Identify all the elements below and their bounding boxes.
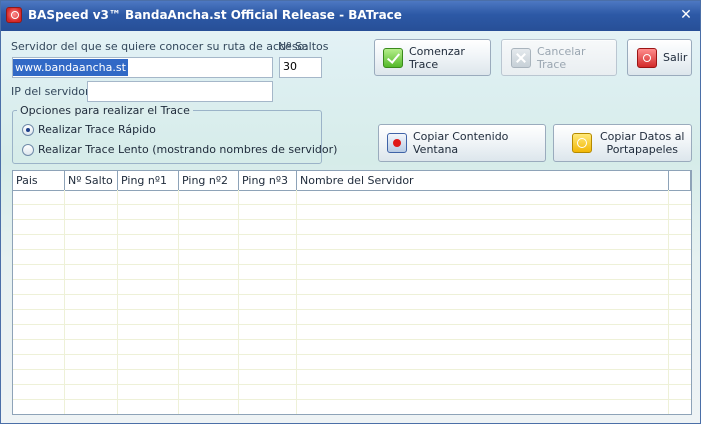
start-trace-label: Comenzar Trace bbox=[409, 44, 465, 71]
exit-button[interactable]: Salir bbox=[627, 39, 692, 76]
grid-column-line bbox=[64, 190, 65, 414]
empty-grid-row bbox=[13, 295, 691, 310]
column-header-hop[interactable]: Nº Salto bbox=[65, 171, 118, 190]
radio-fast-trace[interactable]: Realizar Trace Rápido bbox=[22, 123, 156, 136]
grid-column-line bbox=[178, 190, 179, 414]
grid-column-line bbox=[668, 190, 669, 414]
empty-grid-row bbox=[13, 235, 691, 250]
exit-icon bbox=[637, 47, 657, 68]
window-title: BASpeed v3™ BandaAncha.st Official Relea… bbox=[28, 8, 402, 22]
radio-slow-trace[interactable]: Realizar Trace Lento (mostrando nombres … bbox=[22, 143, 337, 156]
table-header: Pais Nº Salto Ping nº1 Ping nº2 Ping nº3… bbox=[13, 171, 691, 191]
cancel-icon bbox=[511, 47, 531, 68]
server-input[interactable]: www.bandaancha.st bbox=[12, 57, 273, 78]
radio-selected-icon bbox=[22, 123, 34, 136]
grid-column-line bbox=[296, 190, 297, 414]
empty-grid-row bbox=[13, 250, 691, 265]
column-header-ping2[interactable]: Ping nº2 bbox=[179, 171, 239, 190]
radio-unselected-icon bbox=[22, 143, 34, 156]
column-header-ping3[interactable]: Ping nº3 bbox=[239, 171, 297, 190]
clipboard-icon bbox=[572, 133, 592, 153]
radio-slow-label: Realizar Trace Lento (mostrando nombres … bbox=[38, 143, 338, 156]
trace-results-table[interactable]: Pais Nº Salto Ping nº1 Ping nº2 Ping nº3… bbox=[12, 170, 692, 415]
radio-fast-label: Realizar Trace Rápido bbox=[38, 123, 156, 136]
empty-grid-row bbox=[13, 370, 691, 385]
column-header-country[interactable]: Pais bbox=[13, 171, 65, 190]
empty-grid-row bbox=[13, 340, 691, 355]
empty-grid-row bbox=[13, 355, 691, 370]
check-icon bbox=[383, 47, 403, 68]
empty-grid-row bbox=[13, 310, 691, 325]
grid-column-line bbox=[238, 190, 239, 414]
exit-label: Salir bbox=[663, 51, 688, 64]
cancel-trace-label: Cancelar Trace bbox=[537, 44, 586, 71]
ip-label: IP del servidor bbox=[11, 85, 90, 98]
copy-window-label: Copiar Contenido Ventana bbox=[413, 130, 509, 156]
server-input-value: www.bandaancha.st bbox=[13, 59, 128, 76]
column-header-ping1[interactable]: Ping nº1 bbox=[118, 171, 179, 190]
empty-grid-row bbox=[13, 190, 691, 205]
empty-grid-row bbox=[13, 280, 691, 295]
server-label: Servidor del que se quiere conocer su ru… bbox=[11, 40, 308, 53]
empty-grid-row bbox=[13, 400, 691, 414]
hops-input[interactable]: 30 bbox=[279, 57, 322, 78]
grid-column-line bbox=[117, 190, 118, 414]
record-icon bbox=[387, 133, 407, 153]
start-trace-button[interactable]: Comenzar Trace bbox=[374, 39, 491, 76]
empty-grid-row bbox=[13, 265, 691, 280]
copy-clipboard-button[interactable]: Copiar Datos al Portapapeles bbox=[553, 124, 692, 162]
copy-clipboard-text: Copiar Datos al Portapapeles bbox=[600, 130, 685, 156]
copy-clipboard-label-2: Portapapeles bbox=[606, 143, 679, 156]
cancel-trace-button[interactable]: Cancelar Trace bbox=[501, 39, 617, 76]
column-header-extra[interactable] bbox=[669, 171, 691, 190]
hops-label: Nº Saltos bbox=[278, 40, 329, 53]
close-icon[interactable]: ✕ bbox=[678, 7, 694, 23]
title-bar: BASpeed v3™ BandaAncha.st Official Relea… bbox=[1, 1, 700, 31]
trace-options-title: Opciones para realizar el Trace bbox=[17, 104, 193, 117]
empty-grid-row bbox=[13, 385, 691, 400]
ip-input[interactable] bbox=[87, 81, 273, 102]
copy-window-button[interactable]: Copiar Contenido Ventana bbox=[378, 124, 546, 162]
column-header-server-name[interactable]: Nombre del Servidor bbox=[297, 171, 669, 190]
empty-grid-row bbox=[13, 325, 691, 340]
empty-grid-row bbox=[13, 205, 691, 220]
batrace-window: BASpeed v3™ BandaAncha.st Official Relea… bbox=[0, 0, 701, 424]
copy-clipboard-label-1: Copiar Datos al bbox=[600, 130, 685, 143]
app-icon bbox=[6, 7, 22, 23]
empty-grid-row bbox=[13, 220, 691, 235]
